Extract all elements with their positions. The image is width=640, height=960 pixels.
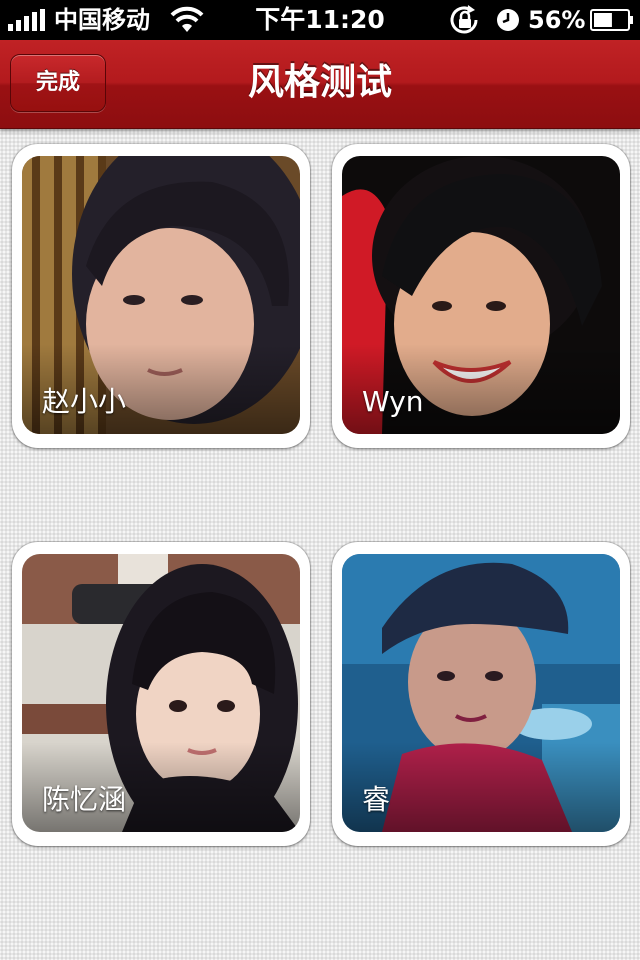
profile-card[interactable]: Wyn <box>332 144 630 448</box>
profile-name: 赵小小 <box>42 385 127 418</box>
profile-card[interactable]: 赵小小 <box>12 144 310 448</box>
profile-name: 陈忆涵 <box>42 783 127 816</box>
battery-percent: 56% <box>528 6 586 34</box>
profile-name: 睿 <box>362 783 391 816</box>
alarm-icon <box>497 9 519 31</box>
page-title: 风格测试 <box>247 62 392 103</box>
profile-card[interactable]: 睿 <box>332 542 630 846</box>
status-bar: 中国移动 下午11:20 56% <box>0 0 640 40</box>
profile-name: Wyn <box>362 385 424 418</box>
profile-card[interactable]: 陈忆涵 <box>12 542 310 846</box>
navigation-bar: 完成 风格测试 <box>0 40 640 129</box>
battery-icon <box>590 9 633 31</box>
profile-photo: 陈忆涵 <box>22 554 300 832</box>
profile-photo: 睿 <box>342 554 620 832</box>
profile-photo: Wyn <box>342 156 620 434</box>
rotation-lock-icon <box>450 5 478 34</box>
profile-photo: 赵小小 <box>22 156 300 434</box>
